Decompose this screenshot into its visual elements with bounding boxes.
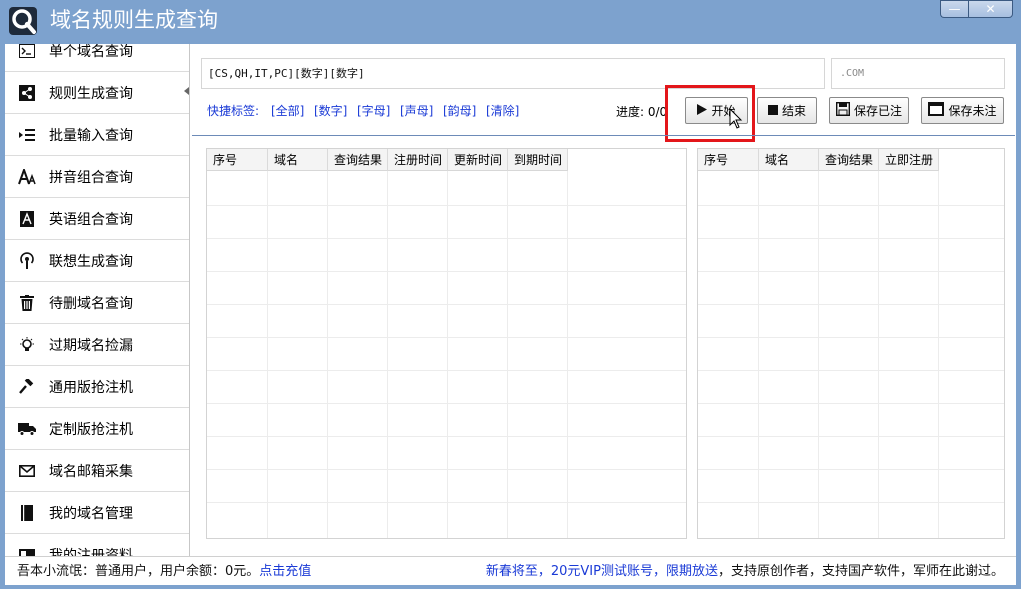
sidebar-item-pending-delete[interactable]: 待删域名查询: [5, 283, 189, 324]
magnifier-logo-icon: [9, 7, 37, 35]
close-button[interactable]: ✕: [968, 0, 1013, 18]
sidebar-item-batch-query[interactable]: 批量输入查询: [5, 115, 189, 156]
tag-digits[interactable]: [数字]: [314, 102, 347, 119]
status-right: 新春将至，20元VIP测试账号，限期放送，支持原创作者，支持国产软件，军师在此谢…: [486, 557, 1004, 586]
sidebar-item-email-collect[interactable]: 域名邮箱采集: [5, 451, 189, 492]
letter-a-icon: [5, 211, 49, 227]
sidebar-item-label: 单个域名查询: [49, 44, 133, 60]
thanks-text: ，支持原创作者，支持国产软件，军师在此谢过。: [717, 564, 1004, 579]
column-header[interactable]: 注册时间: [388, 149, 448, 171]
window-title: 域名规则生成查询: [50, 8, 218, 32]
sidebar-item-custom-sniper[interactable]: 定制版抢注机: [5, 409, 189, 450]
sidebar-item-label: 通用版抢注机: [49, 380, 133, 396]
column-header[interactable]: 序号: [207, 149, 268, 171]
quick-tags-label: 快捷标签:: [207, 104, 260, 118]
sidebar-item-label: 我的域名管理: [49, 506, 133, 522]
tag-all[interactable]: [全部]: [271, 102, 304, 119]
promo-link[interactable]: 新春将至，20元VIP测试账号，限期放送: [486, 564, 718, 579]
tag-letters[interactable]: [字母]: [357, 102, 390, 119]
table-header: 序号 域名 查询结果 立即注册: [698, 149, 939, 171]
suffix-input[interactable]: .COM: [831, 58, 1005, 89]
terminal-icon: [5, 44, 49, 58]
book-icon: [5, 505, 49, 521]
lightbulb-icon: [5, 337, 49, 353]
sidebar-item-label: 域名邮箱采集: [49, 464, 133, 480]
save-icon: [835, 101, 850, 119]
envelope-icon: [5, 465, 49, 477]
save-unregistered-button[interactable]: 保存未注: [921, 97, 1004, 124]
column-header[interactable]: 域名: [268, 149, 328, 171]
tag-initials[interactable]: [声母]: [400, 102, 433, 119]
sidebar-item-label: 待删域名查询: [49, 296, 133, 312]
sidebar: 单个域名查询 规则生成查询 批量输入查询 拼音组合查询 英语组合查询 联想生成查…: [5, 44, 190, 556]
results-table[interactable]: 序号 域名 查询结果 注册时间 更新时间 到期时间: [206, 148, 687, 539]
stop-icon: [767, 104, 778, 118]
cursor-icon: [729, 108, 743, 129]
sidebar-item-my-profile[interactable]: 我的注册资料: [5, 535, 189, 556]
column-header[interactable]: 更新时间: [448, 149, 508, 171]
column-header[interactable]: 域名: [759, 149, 819, 171]
sidebar-item-label: 定制版抢注机: [49, 422, 133, 438]
column-header[interactable]: 立即注册: [879, 149, 939, 171]
sidebar-item-my-domains[interactable]: 我的域名管理: [5, 493, 189, 534]
stop-button[interactable]: 结束: [757, 97, 817, 124]
card-icon: [5, 549, 49, 556]
active-indicator-caret: [184, 87, 189, 95]
font-icon: [5, 169, 49, 185]
save-unregistered-label: 保存未注: [948, 104, 997, 118]
column-header[interactable]: 序号: [698, 149, 759, 171]
trash-icon: [5, 295, 49, 311]
status-left: 吾本小流氓：普通用户，用户余额：0元。点击充值: [17, 557, 311, 586]
tag-clear[interactable]: [清除]: [486, 102, 519, 119]
sidebar-item-label: 过期域名捡漏: [49, 338, 133, 354]
sidebar-item-single-query[interactable]: 单个域名查询: [5, 44, 189, 72]
title-bar: 域名规则生成查询 — ✕: [0, 0, 1021, 40]
status-bar: 吾本小流氓：普通用户，用户余额：0元。点击充值 新春将至，20元VIP测试账号，…: [5, 556, 1016, 585]
user-status: 吾本小流氓：普通用户，用户余额：0元。: [17, 564, 260, 579]
stop-button-label: 结束: [781, 104, 806, 118]
sidebar-item-english-query[interactable]: 英语组合查询: [5, 199, 189, 240]
sidebar-item-label: 批量输入查询: [49, 128, 133, 144]
tag-finals[interactable]: [韵母]: [443, 102, 476, 119]
truck-icon: [5, 422, 49, 436]
progress-text: 进度: 0/0: [616, 105, 668, 119]
window-controls: — ✕: [940, 0, 1013, 18]
table-header: 序号 域名 查询结果 注册时间 更新时间 到期时间: [207, 149, 568, 171]
gavel-icon: [5, 379, 49, 395]
minimize-button[interactable]: —: [940, 0, 968, 18]
column-header[interactable]: 查询结果: [819, 149, 879, 171]
sidebar-item-label: 联想生成查询: [49, 254, 133, 270]
podcast-icon: [5, 252, 49, 270]
sidebar-item-pinyin-query[interactable]: 拼音组合查询: [5, 157, 189, 198]
sidebar-item-label: 我的注册资料: [49, 548, 133, 556]
save-registered-button[interactable]: 保存已注: [829, 97, 909, 124]
column-header[interactable]: 查询结果: [328, 149, 388, 171]
sidebar-item-rule-query[interactable]: 规则生成查询: [5, 73, 189, 114]
sidebar-item-label: 拼音组合查询: [49, 170, 133, 186]
sidebar-item-expired-pick[interactable]: 过期域名捡漏: [5, 325, 189, 366]
sidebar-item-label: 规则生成查询: [49, 86, 133, 102]
sidebar-item-label: 英语组合查询: [49, 212, 133, 228]
registered-table[interactable]: 序号 域名 查询结果 立即注册: [697, 148, 1005, 539]
window-icon: [928, 102, 945, 119]
recharge-link[interactable]: 点击充值: [259, 564, 311, 579]
indent-list-icon: [5, 128, 49, 142]
share-icon: [5, 85, 49, 101]
column-header[interactable]: 到期时间: [508, 149, 568, 171]
separator-line: [192, 135, 1015, 136]
sidebar-item-association-query[interactable]: 联想生成查询: [5, 241, 189, 282]
save-registered-label: 保存已注: [853, 104, 902, 118]
sidebar-item-generic-sniper[interactable]: 通用版抢注机: [5, 367, 189, 408]
